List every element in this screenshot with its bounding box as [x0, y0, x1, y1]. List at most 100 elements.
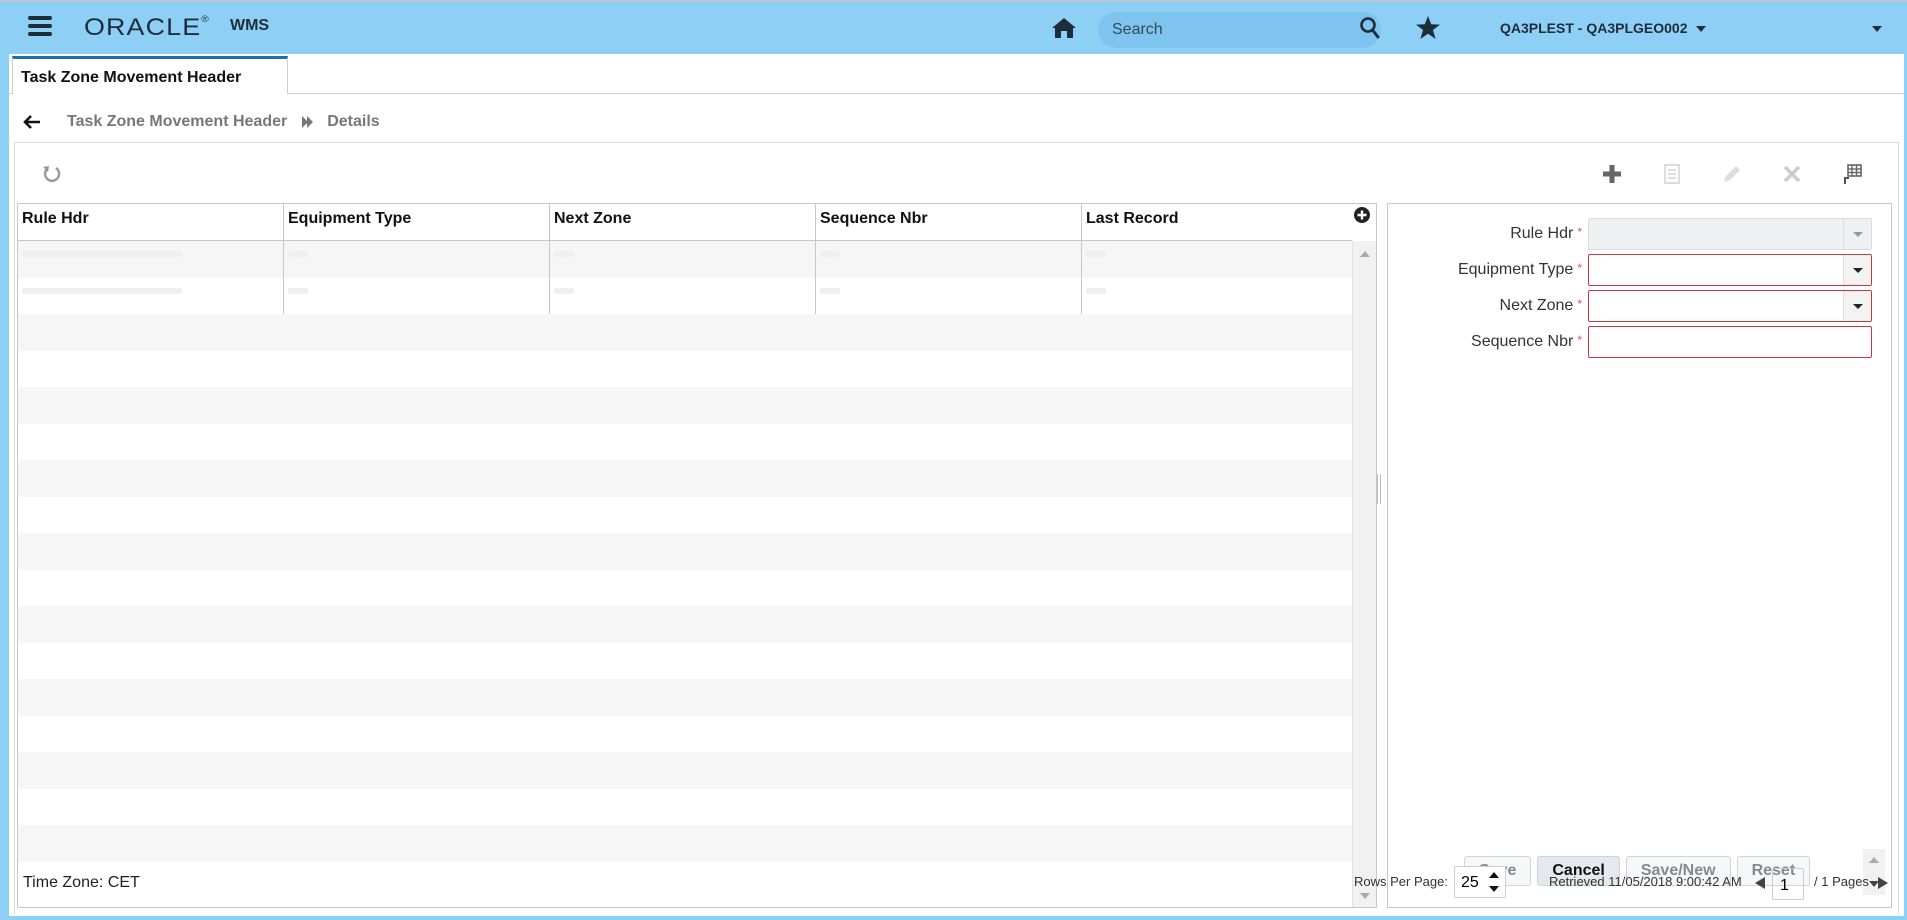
table-cell	[816, 314, 1082, 351]
table-cell	[816, 825, 1082, 862]
table-cell	[816, 424, 1082, 461]
table-row[interactable]	[18, 533, 1352, 570]
chevron-down-icon	[1695, 26, 1706, 33]
table-row[interactable]	[18, 423, 1352, 461]
add-column-icon[interactable]	[1353, 206, 1371, 224]
table-row[interactable]	[18, 569, 1352, 607]
table-row[interactable]	[18, 314, 1352, 351]
menu-icon[interactable]	[28, 16, 52, 36]
facility-company-selector[interactable]: QA3PLEST - QA3PLGEO002	[1500, 20, 1706, 36]
retrieved-timestamp: Retrieved 11/05/2018 9:00:42 AM	[1549, 874, 1742, 889]
column-header-rule-hdr[interactable]: Rule Hdr	[18, 204, 284, 241]
table-cell	[18, 789, 284, 826]
page-number-input[interactable]	[1780, 877, 1798, 895]
table-row[interactable]	[18, 460, 1352, 497]
next-page-icon[interactable]	[1878, 877, 1888, 889]
table-row[interactable]	[18, 825, 1352, 862]
copy-button[interactable]	[1642, 159, 1702, 189]
table-row[interactable]	[18, 679, 1352, 716]
edit-button[interactable]	[1702, 159, 1762, 189]
next-zone-dropdown[interactable]	[1588, 290, 1872, 322]
table-row[interactable]	[18, 496, 1352, 534]
search-input[interactable]	[1112, 20, 1332, 40]
column-header-next-zone[interactable]: Next Zone	[550, 204, 816, 241]
table-cell	[550, 643, 816, 680]
table-cell	[816, 643, 1082, 680]
export-grid-button[interactable]	[1822, 159, 1882, 189]
rows-per-page-input[interactable]	[1461, 874, 1487, 892]
tab-strip: Task Zone Movement Header	[9, 54, 1904, 96]
table-cell	[284, 789, 550, 826]
next-zone-input[interactable]	[1595, 296, 1835, 316]
chevron-down-icon[interactable]	[1843, 291, 1871, 321]
table-row[interactable]	[18, 642, 1352, 680]
back-arrow-icon[interactable]	[23, 114, 41, 130]
table-row[interactable]	[18, 752, 1352, 789]
breadcrumb-parent[interactable]: Task Zone Movement Header	[67, 113, 287, 131]
total-pages-label: / 1 Pages	[1814, 874, 1869, 889]
table-cell	[816, 752, 1082, 789]
table-cell	[1082, 825, 1348, 862]
rule-hdr-dropdown[interactable]	[1588, 218, 1872, 250]
spin-up-icon[interactable]	[1489, 872, 1499, 878]
chevron-down-icon[interactable]	[1843, 255, 1871, 285]
table-cell	[550, 679, 816, 716]
equipment-type-dropdown[interactable]	[1588, 254, 1872, 286]
add-button[interactable]	[1582, 159, 1642, 189]
user-menu-chevron-icon[interactable]	[1872, 26, 1882, 32]
grid-header: Rule Hdr Equipment Type Next Zone Sequen…	[18, 204, 1352, 241]
panel-splitter[interactable]	[1377, 474, 1381, 504]
sequence-nbr-field[interactable]	[1588, 326, 1872, 358]
grid-vertical-scrollbar[interactable]	[1352, 241, 1376, 907]
rows-per-page-spinner[interactable]	[1454, 866, 1506, 898]
scroll-down-icon[interactable]	[1360, 893, 1370, 899]
table-cell	[816, 277, 1082, 314]
search-icon[interactable]	[1359, 16, 1381, 40]
refresh-icon[interactable]	[41, 163, 63, 185]
table-cell	[1082, 606, 1348, 643]
scroll-up-icon[interactable]	[1869, 857, 1879, 863]
oracle-logo: ORACLE®	[84, 14, 210, 41]
table-cell	[1082, 533, 1348, 570]
table-row[interactable]	[18, 277, 1352, 314]
table-cell	[18, 570, 284, 607]
form-row-next-zone: Next Zone *	[1388, 290, 1878, 322]
delete-button[interactable]	[1762, 159, 1822, 189]
table-cell	[550, 570, 816, 607]
table-row[interactable]	[18, 241, 1352, 278]
table-cell	[1082, 460, 1348, 497]
table-row[interactable]	[18, 350, 1352, 388]
table-cell	[1082, 497, 1348, 534]
table-cell	[1082, 351, 1348, 388]
faded-cell-content	[554, 251, 574, 257]
table-cell	[18, 825, 284, 862]
previous-page-icon[interactable]	[1755, 877, 1765, 889]
column-header-equipment-type[interactable]: Equipment Type	[284, 204, 550, 241]
spin-down-icon[interactable]	[1489, 886, 1499, 892]
required-marker: *	[1577, 297, 1582, 311]
table-cell	[18, 606, 284, 643]
column-header-last-record[interactable]: Last Record	[1082, 204, 1348, 241]
star-icon[interactable]	[1415, 15, 1441, 41]
main-panel: Task Zone Movement Header Task Zone Move…	[9, 54, 1904, 916]
breadcrumb-current: Details	[327, 113, 380, 130]
table-cell	[284, 314, 550, 351]
home-icon[interactable]	[1051, 16, 1077, 40]
detail-form-panel: Rule Hdr * Equipment Type * Next Zone * Seq…	[1387, 203, 1892, 908]
sequence-nbr-input[interactable]	[1595, 332, 1835, 352]
scroll-up-icon[interactable]	[1360, 251, 1370, 257]
tab-task-zone-movement-header[interactable]: Task Zone Movement Header	[12, 56, 288, 96]
equipment-type-input[interactable]	[1595, 260, 1835, 280]
table-row[interactable]	[18, 387, 1352, 424]
next-zone-label: Next Zone *	[1499, 297, 1582, 314]
page-number-field[interactable]	[1772, 868, 1804, 900]
faded-cell-content	[22, 287, 182, 294]
table-cell	[816, 716, 1082, 753]
table-cell	[550, 351, 816, 388]
app-name: WMS	[230, 17, 270, 34]
column-header-sequence-nbr[interactable]: Sequence Nbr	[816, 204, 1082, 241]
table-row[interactable]	[18, 715, 1352, 753]
table-row[interactable]	[18, 788, 1352, 826]
table-row[interactable]	[18, 606, 1352, 643]
table-cell	[550, 533, 816, 570]
